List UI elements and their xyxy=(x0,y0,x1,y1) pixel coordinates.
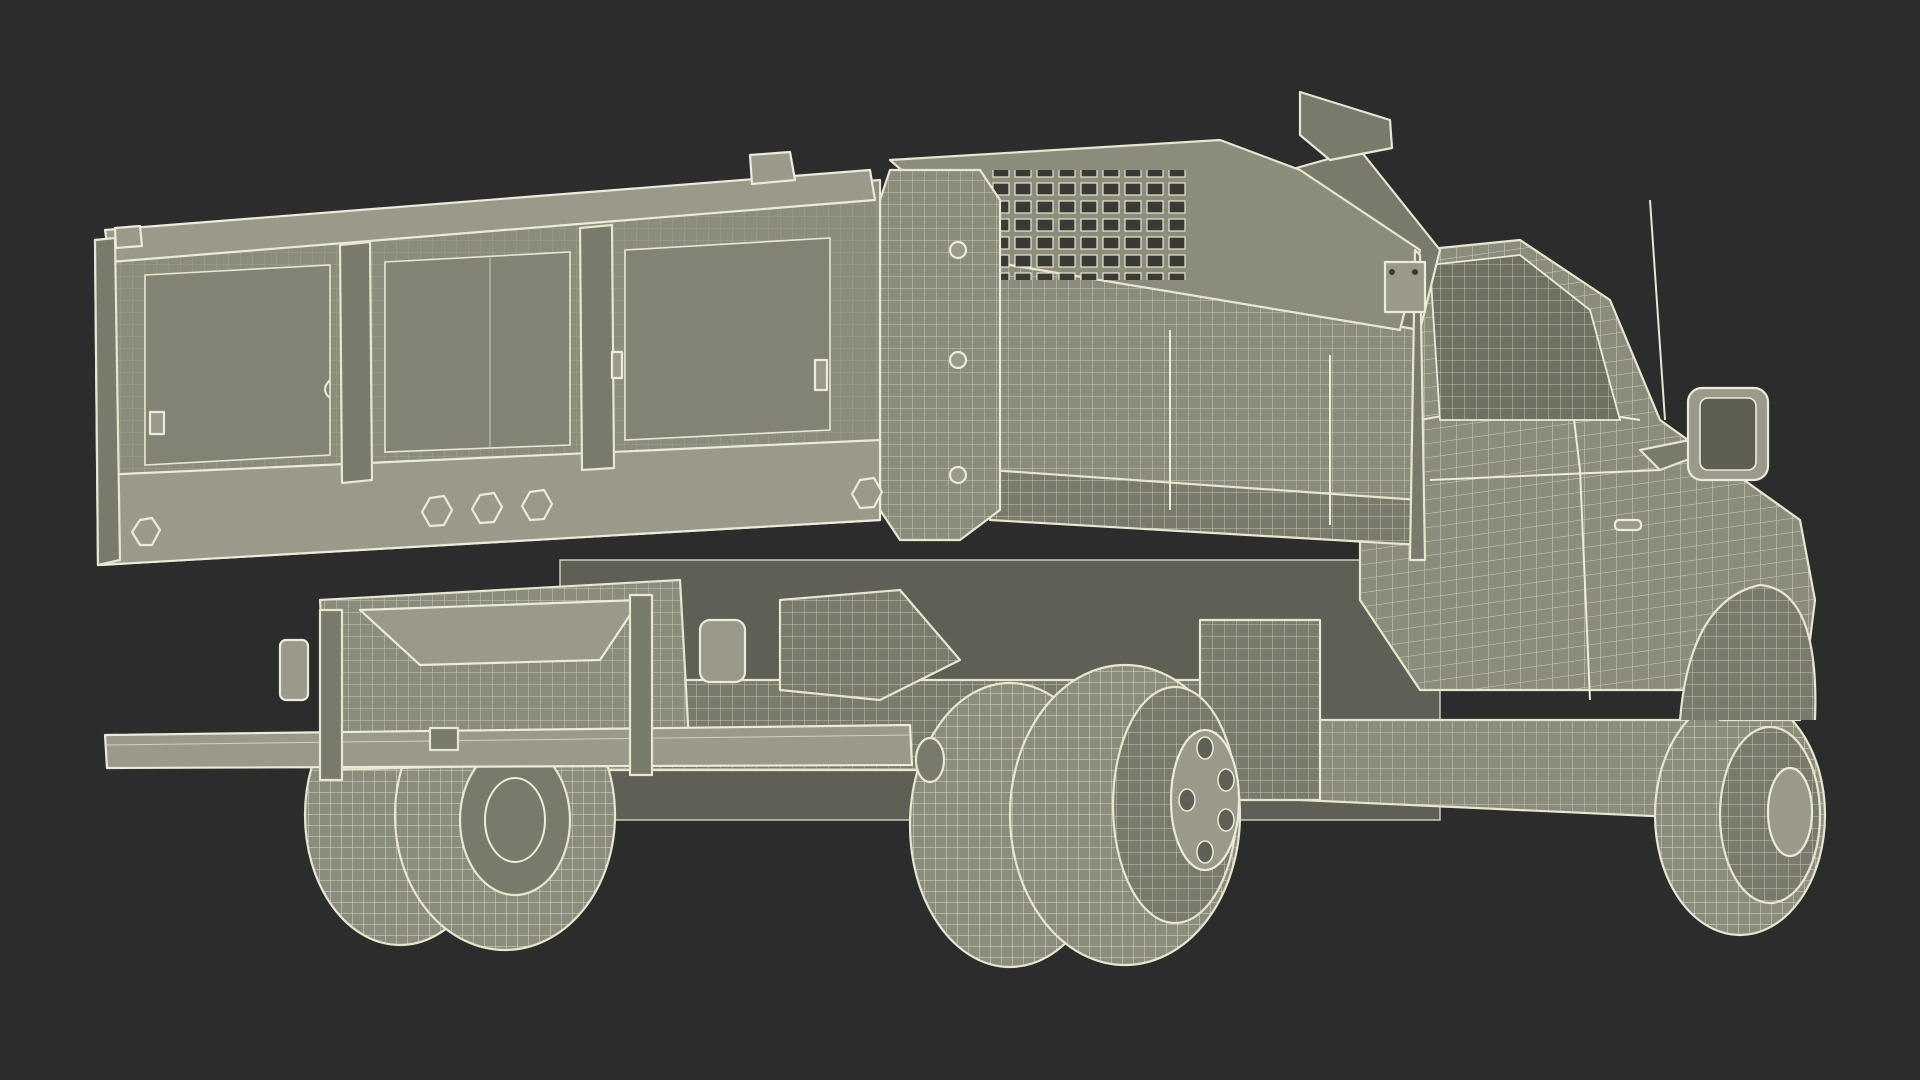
tailgate-rib-1 xyxy=(338,240,374,485)
top-hinge-right xyxy=(748,150,797,186)
tailgate-inset-2 xyxy=(384,251,571,453)
left-tail-light xyxy=(278,638,310,702)
hinge-column xyxy=(878,168,1002,542)
hitch-receiver xyxy=(428,726,460,752)
front-hub xyxy=(1766,766,1814,858)
front-wheel xyxy=(1653,693,1827,937)
dump-tailgate xyxy=(93,150,884,567)
antenna xyxy=(1649,199,1666,421)
right-rear-wheels xyxy=(908,663,1242,969)
tailgate-rib-2 xyxy=(578,223,616,472)
render-viewport xyxy=(0,0,1920,1080)
door-handle xyxy=(1613,518,1643,532)
cab-guard-grate xyxy=(990,170,1190,280)
tailgate-left-edge xyxy=(93,236,122,567)
truck-wireframe-render xyxy=(93,90,1827,969)
cab-protector-lip xyxy=(1298,90,1394,162)
right-tail-light xyxy=(698,618,747,684)
rear-bumper-bar xyxy=(103,723,914,770)
tailgate-inset-3 xyxy=(624,237,831,441)
tailgate-inset-1 xyxy=(144,264,331,466)
exhaust-tip xyxy=(914,736,946,784)
